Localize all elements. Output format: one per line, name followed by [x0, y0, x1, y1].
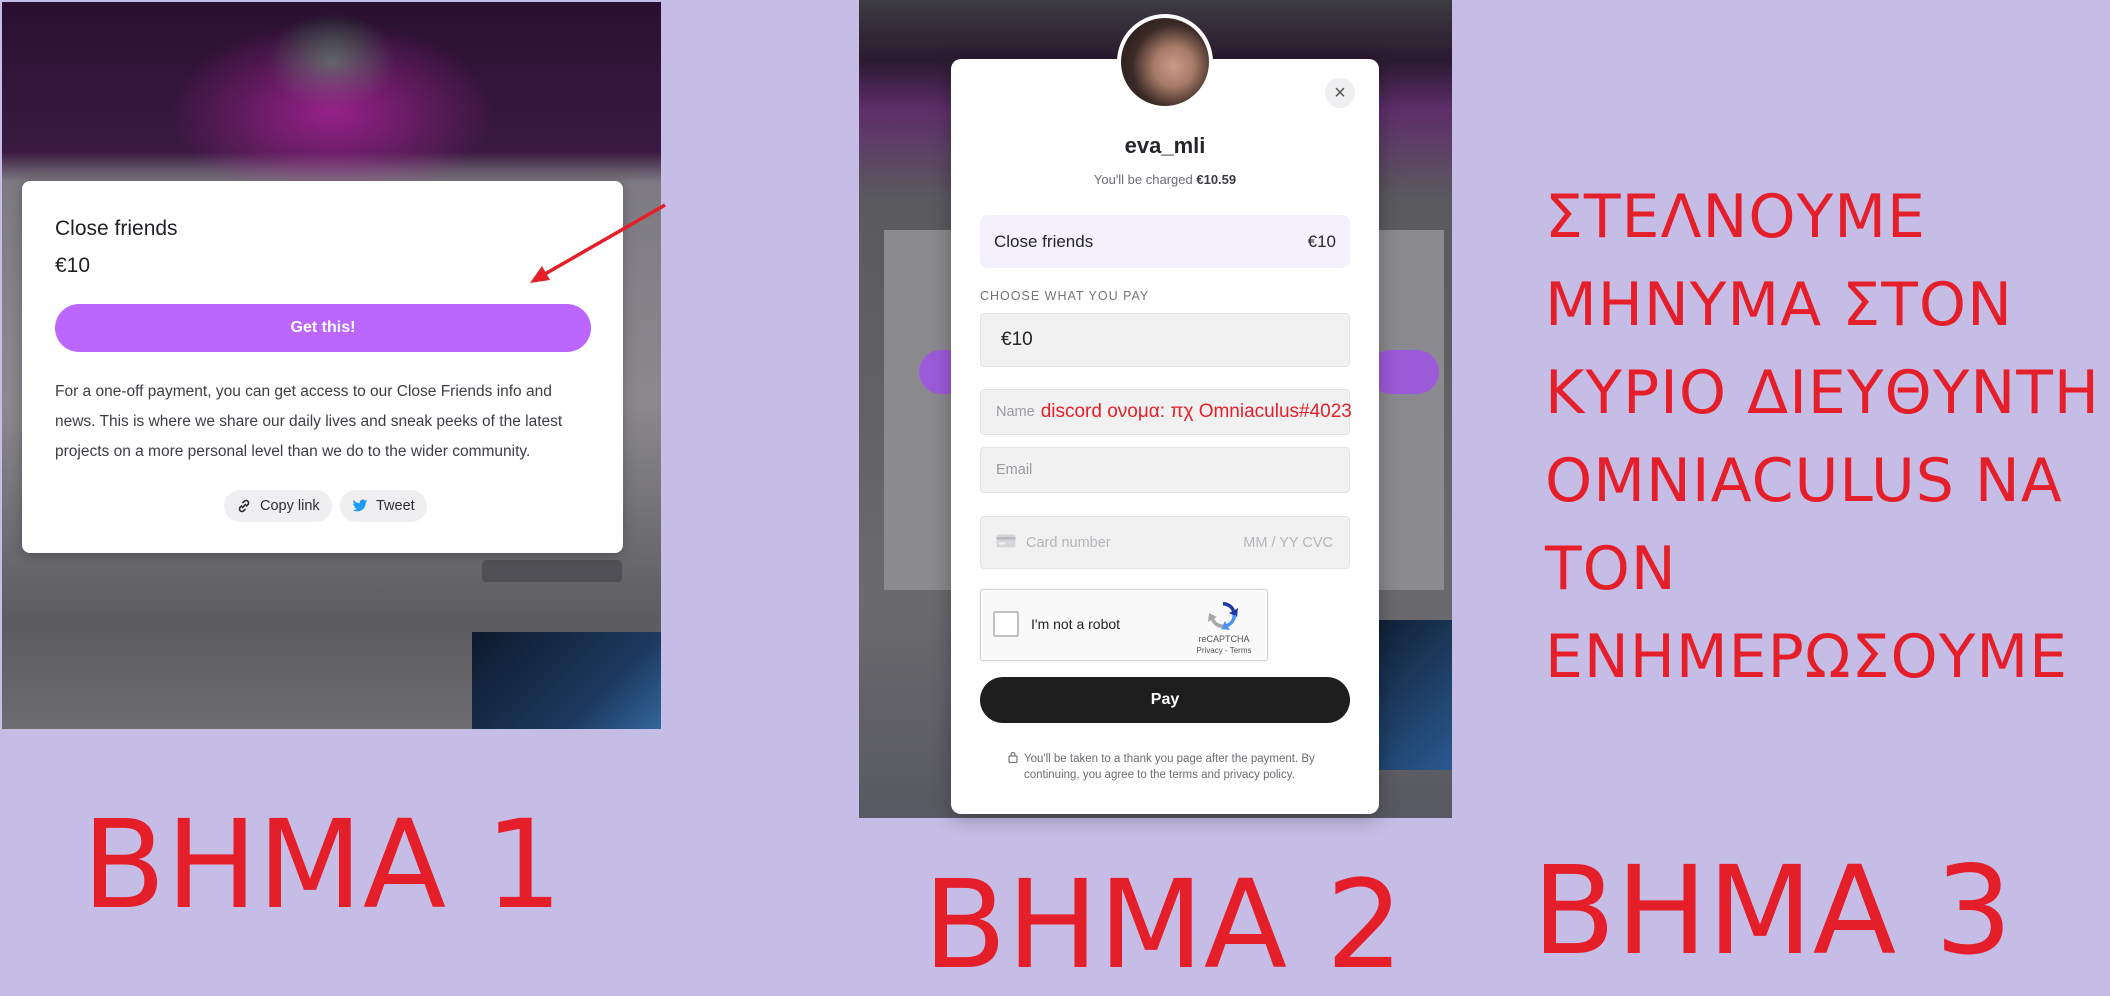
recaptcha-terms[interactable]: Privacy - Terms	[1189, 646, 1259, 655]
footnote-text: You'll be taken to a thank you page afte…	[1024, 753, 1315, 781]
name-placeholder: Name	[996, 404, 1035, 420]
instruction-line: ΣΤΕΛΝΟΥΜΕ	[1545, 182, 1926, 252]
get-this-button[interactable]: Get this!	[55, 304, 591, 352]
recaptcha-widget: I'm not a robot reCAPTCHA Privacy - Term…	[980, 589, 1268, 661]
selected-tier: Close friends €10	[980, 215, 1350, 268]
payment-footnote: You'll be taken to a thank you page afte…	[1008, 751, 1333, 783]
step1-label: BHMA 1	[82, 794, 563, 936]
background-thumbnail	[472, 632, 661, 729]
selected-tier-price: €10	[1307, 231, 1336, 251]
instruction-line: ΜΗΝΥΜΑ ΣΤΟΝ	[1545, 270, 2013, 340]
step2-label: BHMA 2	[923, 854, 1404, 996]
avatar	[1117, 14, 1213, 110]
tier-description: For a one-off payment, you can get acces…	[55, 383, 563, 460]
card-number-placeholder: Card number	[1026, 534, 1111, 551]
tier-title: Close friends	[55, 217, 178, 240]
selected-tier-name: Close friends	[994, 231, 1094, 251]
step1-screenshot: Close friends €10 Get this! For a one-of…	[2, 2, 661, 729]
tweet-label: Tweet	[376, 498, 415, 514]
name-annotation: discord ονομα: πχ Omniaculus#4023	[1040, 401, 1352, 422]
charge-prefix: You'll be charged	[1093, 172, 1197, 187]
step3-label: BHMA 3	[1532, 840, 2013, 982]
copy-link-label: Copy link	[260, 498, 320, 514]
choose-amount-label: CHOOSE WHAT YOU PAY	[980, 289, 1150, 303]
twitter-icon	[352, 499, 368, 513]
pay-button[interactable]: Pay	[980, 677, 1350, 723]
email-input[interactable]: Email	[980, 447, 1350, 493]
copy-link-button[interactable]: Copy link	[224, 490, 332, 522]
recaptcha-icon	[1203, 599, 1243, 636]
instruction-line: ΚΥΡΙΟ ΔΙΕΥΘΥΝΤΗ	[1545, 358, 2100, 428]
amount-value: €10	[1001, 329, 1033, 350]
lock-icon	[1008, 751, 1018, 783]
recaptcha-checkbox[interactable]	[993, 611, 1019, 637]
credit-card-icon	[996, 534, 1016, 552]
card-number-input[interactable]: Card number MM / YY CVC	[980, 516, 1350, 569]
card-expiry-placeholder: MM / YY CVC	[1243, 534, 1333, 551]
charge-amount: €10.59	[1196, 172, 1237, 187]
recaptcha-brand: reCAPTCHA	[1198, 634, 1250, 644]
tweet-button[interactable]: Tweet	[340, 490, 427, 522]
instruction-line: OMNIACULUS ΝΑ	[1545, 446, 2063, 516]
tier-price: €10	[55, 254, 91, 277]
instruction-line: ΕΝΗΜΕΡΩΣΟΥΜΕ	[1545, 622, 2069, 692]
close-icon[interactable]: ×	[1325, 78, 1355, 108]
blurred-background-text	[482, 560, 622, 582]
name-input[interactable]: Name discord ονομα: πχ Omniaculus#4023	[980, 389, 1352, 435]
charge-summary: You'll be charged €10.59	[951, 172, 1379, 187]
creator-username: eva_mli	[1124, 133, 1206, 158]
arrow-icon	[530, 203, 666, 283]
recaptcha-label: I'm not a robot	[1031, 616, 1121, 632]
instruction-line: ΤΟΝ	[1545, 534, 1677, 604]
email-placeholder: Email	[996, 462, 1033, 478]
amount-input[interactable]: €10	[980, 313, 1350, 367]
background-button	[1369, 350, 1439, 394]
link-icon	[236, 498, 252, 514]
